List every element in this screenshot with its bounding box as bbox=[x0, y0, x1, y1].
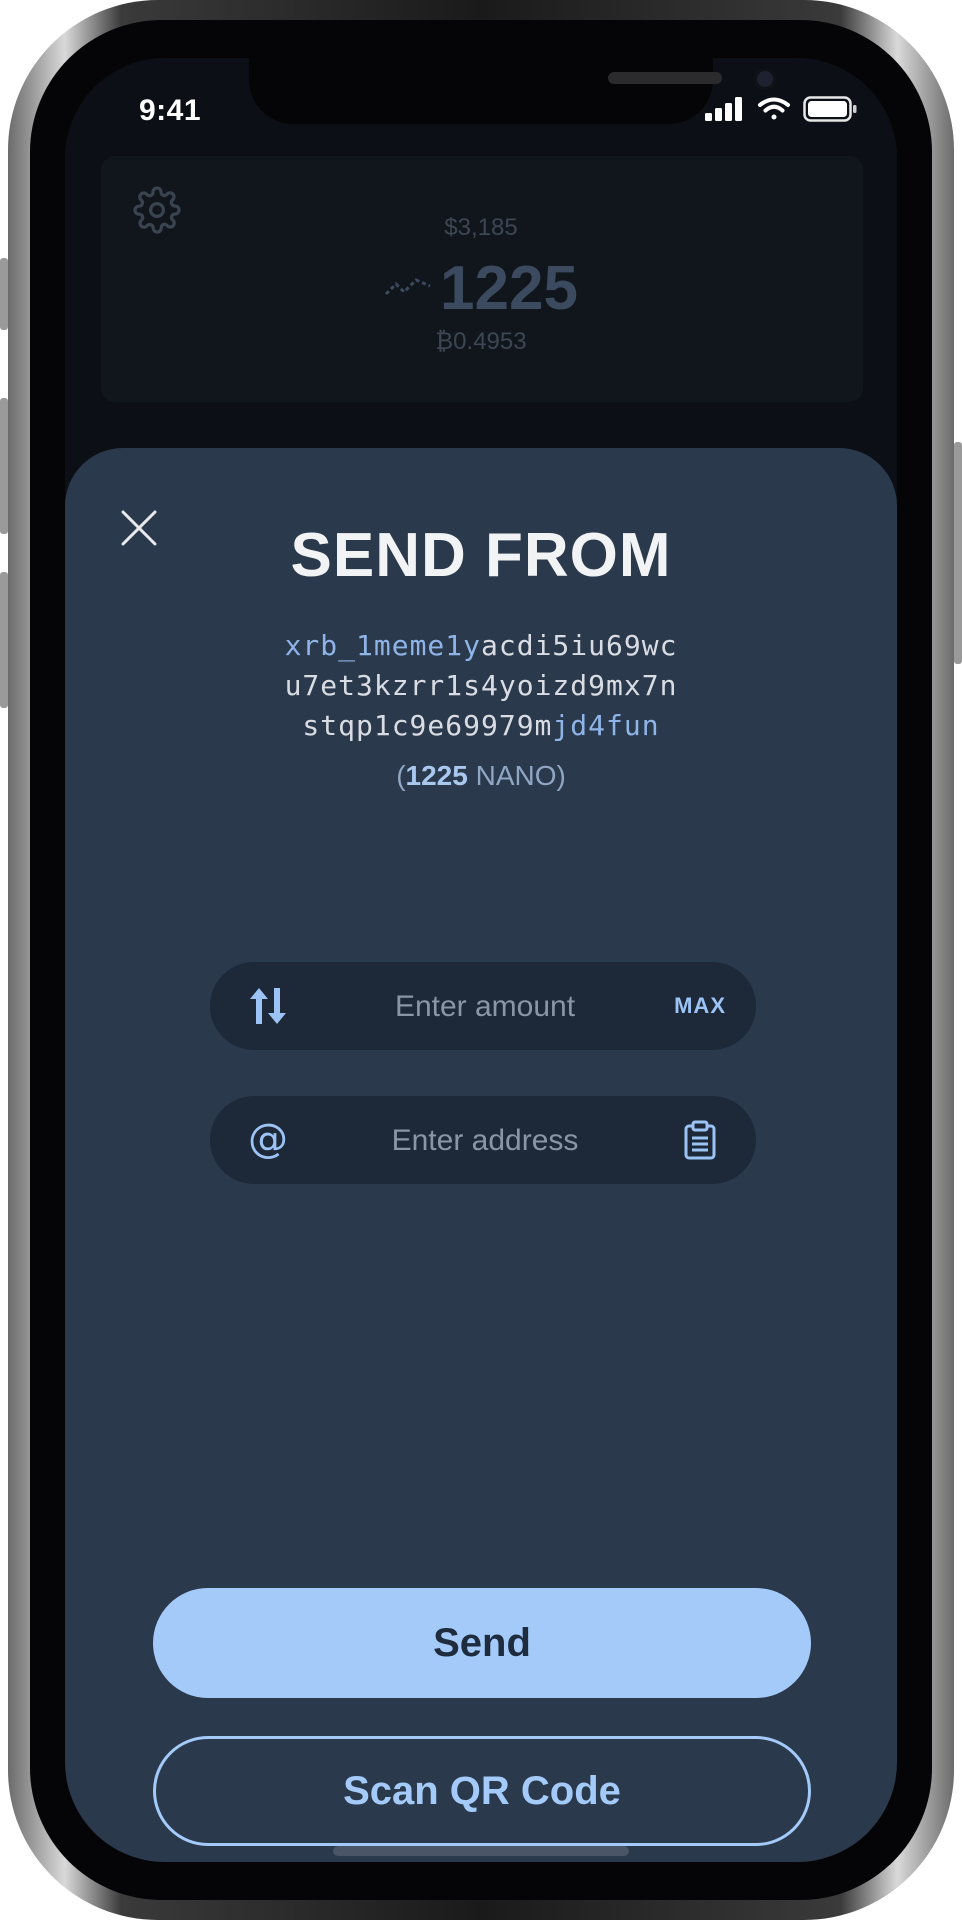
nano-logo-icon bbox=[384, 278, 431, 296]
signal-icon bbox=[705, 97, 742, 121]
at-sign-icon: @ bbox=[248, 1118, 288, 1162]
send-button[interactable]: Send bbox=[153, 1588, 811, 1698]
status-icons bbox=[705, 96, 857, 122]
account-balance: (1225 NANO) bbox=[65, 760, 897, 792]
scan-qr-button[interactable]: Scan QR Code bbox=[153, 1736, 811, 1846]
swap-arrows-icon[interactable] bbox=[246, 984, 290, 1028]
address-highlight: jd4fun bbox=[552, 709, 660, 742]
balance-unit: NANO) bbox=[467, 760, 566, 791]
amount-input[interactable] bbox=[310, 962, 660, 1052]
max-button[interactable]: MAX bbox=[674, 962, 726, 1050]
battery-icon bbox=[803, 96, 857, 122]
fiat-balance: $3,185 bbox=[444, 214, 518, 241]
wifi-icon bbox=[758, 97, 790, 120]
svg-text:@: @ bbox=[248, 1118, 288, 1162]
amount-field[interactable]: MAX bbox=[210, 962, 756, 1052]
address-line: stqp1c9e69979mjd4fun bbox=[65, 706, 897, 746]
volume-down-button bbox=[0, 572, 8, 708]
home-indicator[interactable] bbox=[333, 1846, 629, 1856]
btc-balance: ₿0.4953 bbox=[435, 328, 527, 355]
address-highlight: xrb_1meme1y bbox=[284, 629, 481, 662]
address-line: xrb_1meme1yacdi5iu69wc bbox=[65, 626, 897, 666]
address-field[interactable]: @ bbox=[210, 1096, 756, 1186]
address-text: acdi5iu69wc bbox=[481, 629, 678, 662]
main-balance: 1225 bbox=[65, 244, 897, 324]
front-camera bbox=[754, 68, 776, 90]
notch bbox=[249, 58, 776, 124]
volume-up-button bbox=[0, 398, 8, 534]
speaker bbox=[608, 72, 722, 84]
balance-value: 1225 bbox=[440, 253, 578, 323]
status-time: 9:41 bbox=[139, 94, 202, 127]
address-text: stqp1c9e69979m bbox=[302, 709, 553, 742]
mute-switch bbox=[0, 258, 8, 330]
address-text: u7et3kzrr1s4yoizd9mx7n bbox=[284, 669, 678, 702]
address-line: u7et3kzrr1s4yoizd9mx7n bbox=[65, 666, 897, 706]
clipboard-icon[interactable] bbox=[680, 1120, 720, 1160]
send-sheet: SEND FROM xrb_1meme1yacdi5iu69wc u7et3kz… bbox=[65, 448, 897, 1862]
balance-amount: 1225 bbox=[405, 760, 468, 791]
balance-paren: ( bbox=[396, 760, 406, 791]
app-screen: $3,185 1225 ₿0.4953 9:41 SEND FROM xrb_1… bbox=[65, 58, 897, 1862]
source-address: xrb_1meme1yacdi5iu69wc u7et3kzrr1s4yoizd… bbox=[65, 626, 897, 746]
sheet-title: SEND FROM bbox=[290, 521, 672, 590]
address-input[interactable] bbox=[310, 1096, 660, 1186]
power-button bbox=[954, 442, 962, 664]
